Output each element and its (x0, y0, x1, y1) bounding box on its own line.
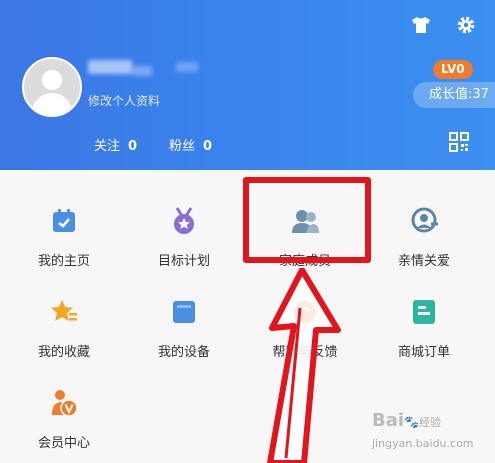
profile-header: 修改个人资料 LV0 成长值:37 关注 0 粉丝 0 (0, 0, 495, 170)
menu-label: 会员中心 (37, 436, 90, 451)
vip-icon (49, 388, 79, 418)
menu-label: 我的设备 (157, 345, 210, 360)
menu-label: 我的收藏 (37, 345, 90, 360)
qr-code-icon[interactable] (449, 132, 469, 152)
shirt-icon[interactable] (410, 14, 432, 36)
menu-item-goal-plan[interactable]: 目标计划 (122, 184, 246, 274)
star-icon (49, 297, 79, 327)
watermark: Bai🐾经验 jingyan.baidu.com (372, 410, 474, 450)
level-badge: LV0 (433, 60, 473, 79)
following-count: 0 (128, 139, 138, 154)
avatar[interactable] (22, 57, 82, 117)
watermark-brand: Bai (372, 410, 405, 431)
watermark-domain: jingyan.baidu.com (372, 437, 474, 450)
menu-item-family-care[interactable]: 亲情关爱 (362, 184, 486, 274)
watermark-sub: 经验 (419, 416, 441, 429)
menu-item-mall-orders[interactable]: 商城订单 (362, 275, 486, 365)
annotation-arrow (267, 268, 341, 463)
menu-item-favorites[interactable]: 我的收藏 (2, 275, 126, 365)
username-blurred (88, 60, 132, 74)
edit-profile-link[interactable]: 修改个人资料 (88, 92, 160, 109)
gear-icon[interactable] (455, 14, 477, 36)
fans-count: 0 (203, 139, 213, 154)
following-label: 关注 (94, 139, 121, 154)
menu-item-member-center[interactable]: 会员中心 (2, 366, 126, 456)
menu-label: 亲情关爱 (397, 254, 450, 269)
menu-label: 商城订单 (397, 345, 450, 360)
menu-item-homepage[interactable]: 我的主页 (2, 184, 126, 274)
fans-label: 粉丝 (169, 139, 196, 154)
calendar-icon (49, 206, 79, 236)
medal-icon (169, 206, 199, 236)
menu-label: 目标计划 (157, 254, 210, 269)
device-icon (169, 297, 199, 327)
highlight-box (243, 177, 371, 263)
growth-value[interactable]: 成长值:37 (413, 82, 495, 108)
menu-label: 我的主页 (37, 254, 90, 269)
fans-stat[interactable]: 粉丝 0 (169, 135, 212, 154)
following-stat[interactable]: 关注 0 (94, 135, 137, 154)
order-icon (409, 297, 439, 327)
menu-item-my-devices[interactable]: 我的设备 (122, 275, 246, 365)
care-icon (409, 206, 439, 236)
